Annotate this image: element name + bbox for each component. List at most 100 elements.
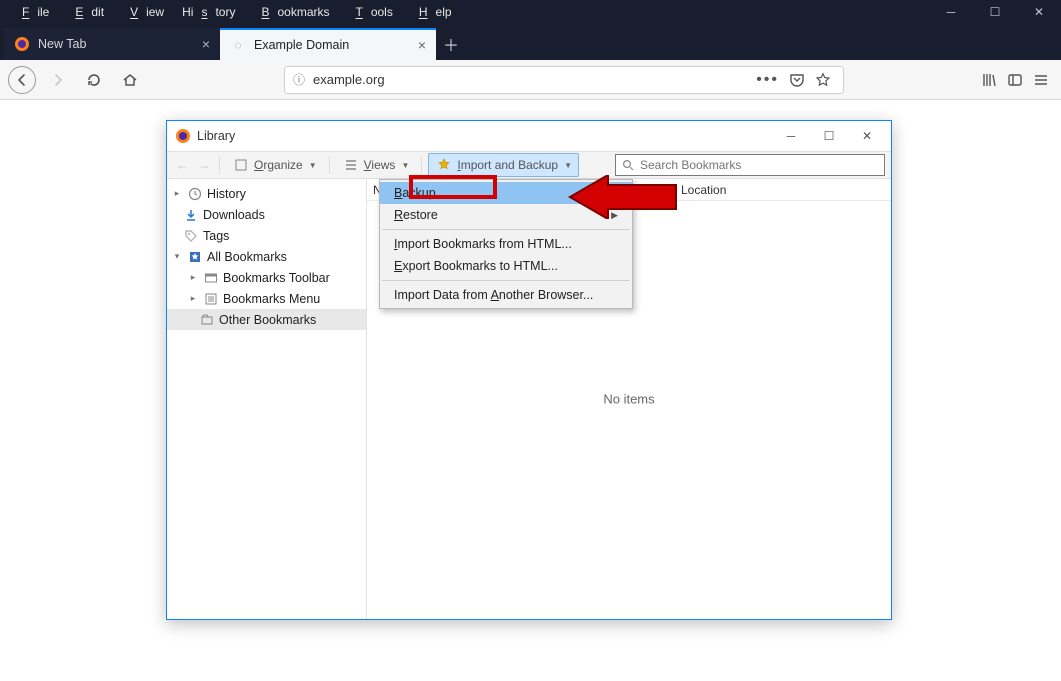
menu-item-import-html[interactable]: Import Bookmarks from HTML... (380, 233, 632, 255)
menu-icon (203, 291, 219, 307)
library-maximize-button[interactable]: ☐ (819, 129, 839, 143)
tab-label: Example Domain (254, 38, 349, 52)
import-backup-button[interactable]: Import and Backup ▼ (428, 153, 579, 177)
tree-label: All Bookmarks (207, 250, 287, 264)
library-window-controls: ─ ☐ ✕ (781, 129, 883, 143)
star-icon (435, 156, 453, 174)
empty-state-label: No items (603, 392, 654, 407)
chevron-right-icon: ▸ (171, 188, 183, 199)
clock-icon (187, 186, 203, 202)
window-minimize-button[interactable]: ─ (929, 0, 973, 24)
menu-item-export-html[interactable]: Export Bookmarks to HTML... (380, 255, 632, 277)
pocket-icon[interactable] (789, 72, 805, 88)
tag-icon (183, 228, 199, 244)
navbar-right (981, 72, 1053, 88)
menu-view[interactable]: View (114, 3, 172, 21)
library-toolbar: ← → Organize ▼ Views ▼ Import and Backup… (167, 151, 891, 179)
tree-label: Tags (203, 229, 229, 243)
bookmark-star-icon[interactable] (815, 72, 831, 88)
menu-item-label: Export Bookmarks to HTML... (394, 259, 558, 273)
tree-all-bookmarks[interactable]: ▾ All Bookmarks (167, 246, 366, 267)
back-button[interactable] (8, 66, 36, 94)
close-icon[interactable]: × (202, 36, 210, 52)
tree-bookmarks-toolbar[interactable]: ▸ Bookmarks Toolbar (167, 267, 366, 288)
page-actions-icon[interactable]: ••• (756, 71, 779, 89)
separator (219, 156, 220, 174)
library-tree: ▸ History Downloads Tags ▾ (167, 179, 367, 619)
menu-item-label: Import Bookmarks from HTML... (394, 237, 572, 251)
home-button[interactable] (116, 66, 144, 94)
menu-item-label: Restore (394, 208, 438, 222)
column-location[interactable]: Location (675, 183, 726, 197)
site-info-icon[interactable]: ⓘ (293, 71, 305, 88)
library-titlebar[interactable]: Library ─ ☐ ✕ (167, 121, 891, 151)
annotation-arrow (568, 175, 678, 219)
menu-history[interactable]: History (174, 3, 243, 21)
views-icon (342, 156, 360, 174)
caret-icon: ▼ (564, 161, 572, 170)
download-icon (183, 207, 199, 223)
library-window: Library ─ ☐ ✕ ← → Organize ▼ Views ▼ (166, 120, 892, 620)
tree-label: Downloads (203, 208, 265, 222)
toolbar-icon (203, 270, 219, 286)
tree-label: Other Bookmarks (219, 313, 316, 327)
tab-strip: New Tab × ◌ Example Domain × ＋ (0, 24, 1061, 60)
library-search-box[interactable] (615, 154, 885, 176)
library-search-input[interactable] (640, 158, 878, 172)
window-controls: ─ ☐ ✕ (929, 0, 1061, 24)
window-maximize-button[interactable]: ☐ (973, 0, 1017, 24)
tree-other-bookmarks[interactable]: Other Bookmarks (167, 309, 366, 330)
tab-label: New Tab (38, 37, 86, 51)
library-minimize-button[interactable]: ─ (781, 129, 801, 143)
forward-button[interactable] (44, 66, 72, 94)
tree-label: Bookmarks Toolbar (223, 271, 330, 285)
url-bar[interactable]: ⓘ ••• (284, 66, 844, 94)
firefox-icon (14, 36, 30, 52)
caret-icon: ▼ (401, 161, 409, 170)
menu-item-import-browser[interactable]: Import Data from Another Browser... (380, 284, 632, 306)
firefox-icon (175, 128, 191, 144)
library-title: Library (197, 129, 235, 143)
menu-tools[interactable]: Tools (339, 3, 400, 21)
menu-item-label: Backup... (394, 186, 446, 200)
organize-button[interactable]: Organize ▼ (226, 154, 323, 176)
views-button[interactable]: Views ▼ (336, 154, 416, 176)
chevron-down-icon: ▾ (171, 251, 183, 262)
tree-downloads[interactable]: Downloads (167, 204, 366, 225)
search-icon (622, 159, 634, 171)
library-close-button[interactable]: ✕ (857, 129, 877, 143)
close-icon[interactable]: × (418, 37, 426, 53)
menu-separator (382, 229, 630, 230)
tree-bookmarks-menu[interactable]: ▸ Bookmarks Menu (167, 288, 366, 309)
library-icon[interactable] (981, 72, 997, 88)
window-close-button[interactable]: ✕ (1017, 0, 1061, 24)
browser-menubar: File Edit View History Bookmarks Tools H… (0, 0, 1061, 24)
organize-label: Organize (254, 158, 303, 172)
menu-item-label: Import Data from Another Browser... (394, 288, 593, 302)
menu-bookmarks[interactable]: Bookmarks (245, 3, 337, 21)
separator (329, 156, 330, 174)
back-icon[interactable]: ← (173, 156, 191, 174)
sidebar-icon[interactable] (1007, 72, 1023, 88)
menu-edit[interactable]: Edit (59, 3, 112, 21)
organize-icon (232, 156, 250, 174)
globe-icon: ◌ (230, 37, 246, 53)
tab-example-domain[interactable]: ◌ Example Domain × (220, 28, 436, 60)
menu-help[interactable]: Help (403, 3, 460, 21)
tree-tags[interactable]: Tags (167, 225, 366, 246)
tab-new-tab[interactable]: New Tab × (4, 28, 220, 60)
caret-icon: ▼ (309, 161, 317, 170)
menu-file[interactable]: File (6, 3, 57, 21)
forward-icon[interactable]: → (195, 156, 213, 174)
url-input[interactable] (313, 72, 756, 87)
import-backup-label: Import and Backup (457, 158, 558, 172)
tree-history[interactable]: ▸ History (167, 183, 366, 204)
separator (421, 156, 422, 174)
folder-icon (199, 312, 215, 328)
new-tab-button[interactable]: ＋ (436, 28, 466, 60)
app-menu-button[interactable] (1033, 72, 1049, 88)
bookmark-star-icon (187, 249, 203, 265)
menu-separator (382, 280, 630, 281)
chevron-right-icon: ▸ (187, 293, 199, 304)
reload-button[interactable] (80, 66, 108, 94)
